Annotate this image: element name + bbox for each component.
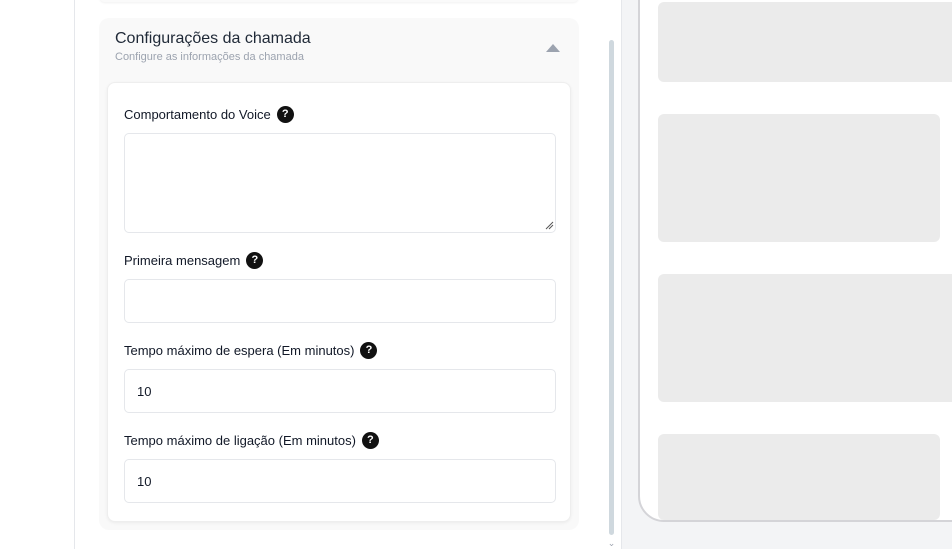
triangle-up-icon <box>546 44 560 52</box>
previous-section-edge <box>99 0 579 2</box>
first-message-input[interactable] <box>124 279 556 323</box>
collapse-toggle-button[interactable] <box>543 40 563 56</box>
skeleton-block <box>658 434 940 520</box>
max-wait-input[interactable] <box>124 369 556 413</box>
question-circle-icon[interactable]: ? <box>361 431 379 449</box>
resize-grip-icon[interactable] <box>545 221 554 230</box>
chevron-down-icon[interactable]: ⌄ <box>607 539 616 548</box>
behavior-textarea[interactable] <box>124 133 556 233</box>
question-circle-icon[interactable]: ? <box>360 341 378 359</box>
section-header[interactable]: Configurações da chamada Configure as in… <box>115 30 563 70</box>
skeleton-block <box>658 274 952 402</box>
behavior-field-label: Comportamento do Voice ? <box>124 105 294 123</box>
max-call-label-text: Tempo máximo de ligação (Em minutos) <box>124 432 356 448</box>
first-message-label-text: Primeira mensagem <box>124 252 241 268</box>
max-wait-field-label: Tempo máximo de espera (Em minutos) ? <box>124 341 378 359</box>
max-wait-label-text: Tempo máximo de espera (Em minutos) <box>124 342 355 358</box>
form-card: Comportamento do Voice ? Primeira mensag… <box>107 82 571 522</box>
max-call-input[interactable] <box>124 459 556 503</box>
scrollbar-thumb[interactable] <box>609 40 614 535</box>
behavior-label-text: Comportamento do Voice <box>124 106 271 122</box>
skeleton-block <box>658 114 940 242</box>
first-message-field-label: Primeira mensagem ? <box>124 251 264 269</box>
section-title: Configurações da chamada <box>115 30 311 47</box>
question-circle-icon[interactable]: ? <box>276 105 294 123</box>
left-rail <box>0 0 75 549</box>
question-circle-icon[interactable]: ? <box>246 251 264 269</box>
max-call-field-label: Tempo máximo de ligação (Em minutos) ? <box>124 431 379 449</box>
skeleton-block <box>658 2 952 82</box>
section-subtitle: Configure as informações da chamada <box>115 51 304 63</box>
call-settings-section: Configurações da chamada Configure as in… <box>99 18 579 530</box>
